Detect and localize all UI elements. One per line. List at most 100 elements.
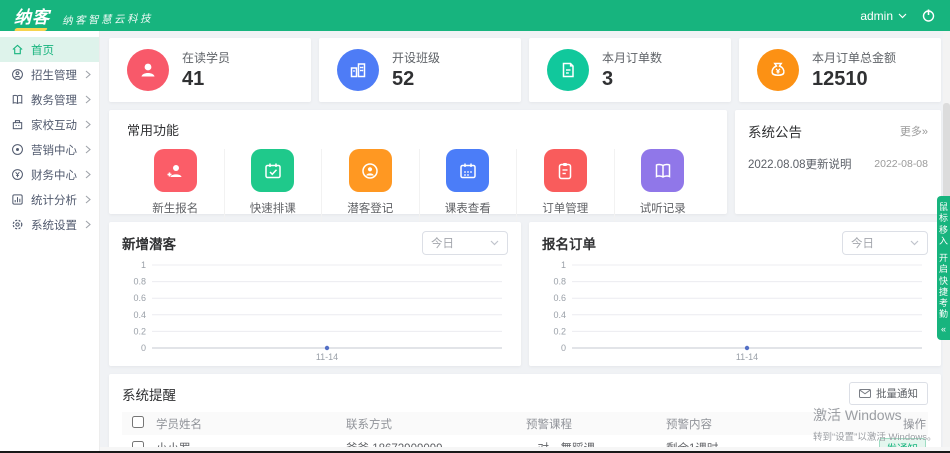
svg-text:0.6: 0.6 [133, 293, 146, 303]
money-bag-icon [757, 49, 799, 91]
batch-notify-button[interactable]: 批量通知 [849, 382, 928, 405]
user-menu[interactable]: admin [860, 9, 907, 23]
sidebar-item-home-school[interactable]: 家校互动 [0, 112, 99, 137]
col-student-name: 学员姓名 [156, 418, 202, 431]
stat-label: 开设班级 [392, 51, 441, 65]
stat-card-orders: 本月订单数 3 [529, 38, 731, 102]
svg-text:1: 1 [561, 260, 566, 270]
date-range-select[interactable]: 今日 [422, 231, 508, 255]
line-chart-new-leads: 0 0.2 0.4 0.6 0.8 1 11-14 [122, 260, 508, 363]
sidebar-item-enrollment[interactable]: 招生管理 [0, 62, 99, 87]
brand: 纳客 纳客智慧云科技 [14, 3, 153, 28]
svg-text:0.4: 0.4 [133, 310, 146, 320]
sidebar-item-marketing[interactable]: 营销中心 [0, 137, 99, 162]
stat-value: 12510 [812, 68, 868, 90]
ribbon-line1: 鼠标移入 [939, 202, 949, 246]
svg-text:0.6: 0.6 [553, 293, 566, 303]
quick-action-timetable[interactable]: 课表查看 [420, 149, 517, 222]
quick-action-lead-register[interactable]: 潜客登记 [322, 149, 420, 222]
chevron-right-icon [85, 195, 91, 204]
home-icon [12, 44, 23, 55]
chevron-right-icon [85, 95, 91, 104]
ribbon-line2: 开启快捷考勤 [939, 253, 949, 320]
date-range-select[interactable]: 今日 [842, 231, 928, 255]
quick-action-schedule[interactable]: 快速排课 [225, 149, 322, 222]
chevron-right-icon [85, 170, 91, 179]
quick-action-label: 试听记录 [639, 203, 686, 215]
double-chevron-left-icon: « [940, 323, 946, 334]
svg-text:0.2: 0.2 [133, 326, 146, 336]
logo-text: 纳客 [14, 3, 50, 28]
svg-text:0.4: 0.4 [553, 310, 566, 320]
coin-icon [12, 169, 23, 180]
svg-text:0.8: 0.8 [133, 277, 146, 287]
top-header: 纳客 纳客智慧云科技 admin [0, 0, 950, 31]
quick-actions-title: 常用功能 [127, 123, 180, 138]
order-mgmt-icon [543, 149, 587, 192]
stat-card-amount: 本月订单总金额 12510 [739, 38, 941, 102]
timetable-icon [446, 149, 490, 192]
sidebar-item-statistics[interactable]: 统计分析 [0, 187, 99, 212]
quick-attendance-ribbon[interactable]: 鼠标移入 开启快捷考勤 « [937, 196, 950, 340]
announcements-title: 系统公告 [748, 125, 802, 140]
user-circle-icon [12, 69, 23, 80]
stats-row: 在读学员 41 开设班级 52 本月订单数 3 本月订单总金额 12510 [109, 38, 941, 102]
chart-title: 新增潜客 [122, 237, 176, 252]
announcement-item[interactable]: 2022.08.08更新说明 2022-08-08 [748, 156, 928, 172]
svg-text:0: 0 [561, 343, 566, 353]
quick-action-label: 课表查看 [444, 203, 491, 215]
stat-card-students: 在读学员 41 [109, 38, 311, 102]
quick-action-new-student[interactable]: 新生报名 [127, 149, 225, 222]
chevron-right-icon [85, 70, 91, 79]
quick-action-trial-record[interactable]: 试听记录 [615, 149, 712, 222]
svg-text:0: 0 [141, 343, 146, 353]
order-doc-icon [547, 49, 589, 91]
quick-action-order-mgmt[interactable]: 订单管理 [517, 149, 615, 222]
brand-slogan: 纳客智慧云科技 [61, 12, 154, 28]
sidebar: 首页 招生管理 教务管理 家校互动 营销中心 财务中心 统计分析 系统设置 [0, 31, 100, 453]
school-building-icon [12, 120, 23, 130]
disc-icon [12, 144, 23, 155]
announcement-title: 2022.08.08更新说明 [748, 159, 852, 171]
sidebar-label: 招生管理 [31, 69, 77, 82]
bar-chart-icon [12, 194, 23, 205]
power-icon[interactable] [921, 8, 936, 23]
chart-card-orders: 报名订单 今日 0 0.2 0.4 0.6 0.8 1 11-14 [529, 222, 941, 366]
select-all-checkbox[interactable] [132, 416, 144, 428]
sidebar-item-home[interactable]: 首页 [0, 37, 99, 62]
quick-action-label: 快速排课 [249, 203, 296, 215]
quick-action-label: 潜客登记 [347, 203, 394, 215]
announcement-date: 2022-08-08 [874, 158, 928, 170]
chevron-right-icon [85, 145, 91, 154]
reminders-panel: 系统提醒 批量通知 学员姓名 联系方式 预警课程 预警内容 操作 小小罗 爸爸 … [109, 374, 941, 453]
stat-value: 3 [602, 68, 614, 90]
svg-text:1: 1 [141, 260, 146, 270]
svg-text:11-14: 11-14 [736, 352, 758, 362]
batch-notify-label: 批量通知 [876, 388, 918, 400]
sidebar-label: 营销中心 [31, 144, 77, 157]
sidebar-item-settings[interactable]: 系统设置 [0, 212, 99, 237]
reminders-title: 系统提醒 [122, 387, 176, 403]
sidebar-label: 系统设置 [31, 219, 77, 232]
select-value: 今日 [851, 238, 874, 250]
col-contact: 联系方式 [346, 418, 392, 431]
quick-schedule-icon [251, 149, 295, 192]
new-student-icon [153, 149, 197, 192]
classes-icon [337, 49, 379, 91]
stat-card-classes: 开设班级 52 [319, 38, 521, 102]
quick-action-label: 订单管理 [542, 203, 589, 215]
sidebar-label: 首页 [31, 44, 54, 57]
sidebar-label: 统计分析 [31, 194, 77, 207]
chevron-down-icon [490, 240, 499, 246]
svg-text:11-14: 11-14 [316, 352, 338, 362]
stat-label: 在读学员 [182, 51, 231, 65]
sidebar-item-finance[interactable]: 财务中心 [0, 162, 99, 187]
main-content: 在读学员 41 开设班级 52 本月订单数 3 本月订单总金额 12510 常用… [100, 31, 950, 453]
sidebar-item-academic[interactable]: 教务管理 [0, 87, 99, 112]
col-course: 预警课程 [526, 418, 572, 431]
students-icon [127, 49, 169, 91]
stat-value: 41 [182, 68, 205, 90]
envelope-icon [859, 389, 871, 398]
more-link[interactable]: 更多» [900, 123, 928, 139]
announcements-panel: 系统公告 更多» 2022.08.08更新说明 2022-08-08 [735, 110, 941, 214]
